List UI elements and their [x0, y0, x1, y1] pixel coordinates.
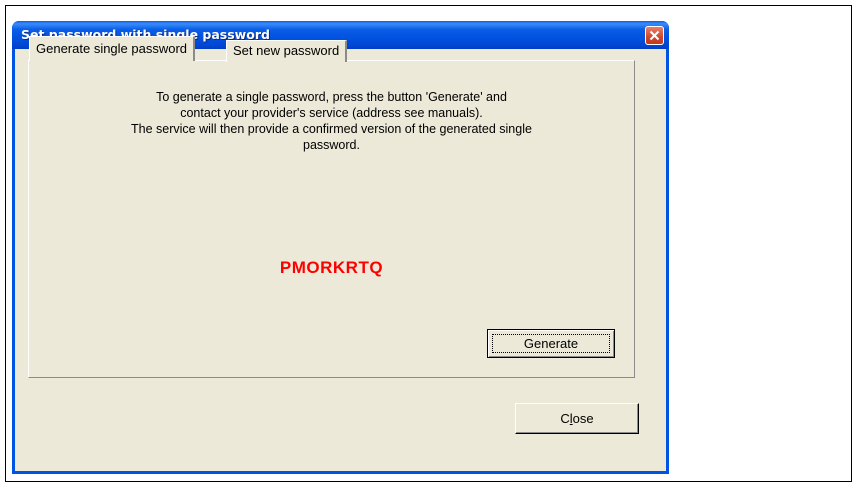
instructions-line-1: To generate a single password, press the… [156, 90, 507, 104]
generate-button[interactable]: Generate [487, 329, 615, 358]
generated-password: PMORKRTQ [279, 258, 384, 277]
close-button-label-suffix: ose [572, 411, 594, 426]
instructions-line-2: contact your provider's service (address… [180, 106, 483, 120]
close-icon [649, 30, 660, 41]
close-button[interactable]: Close [515, 403, 639, 434]
generate-button-label: Generate [492, 334, 610, 353]
window-close-button[interactable] [645, 26, 664, 45]
instructions-text: To generate a single password, press the… [30, 89, 633, 153]
tab-set-new-password[interactable]: Set new password [226, 40, 348, 62]
tab-label: Generate single password [36, 41, 188, 56]
instructions-line-4: password. [303, 138, 360, 152]
tab-generate-single-password[interactable]: Generate single password [29, 36, 196, 61]
tab-label: Set new password [233, 43, 340, 58]
instructions-line-3: The service will then provide a confirme… [131, 122, 532, 136]
close-button-label-prefix: C [560, 411, 570, 426]
